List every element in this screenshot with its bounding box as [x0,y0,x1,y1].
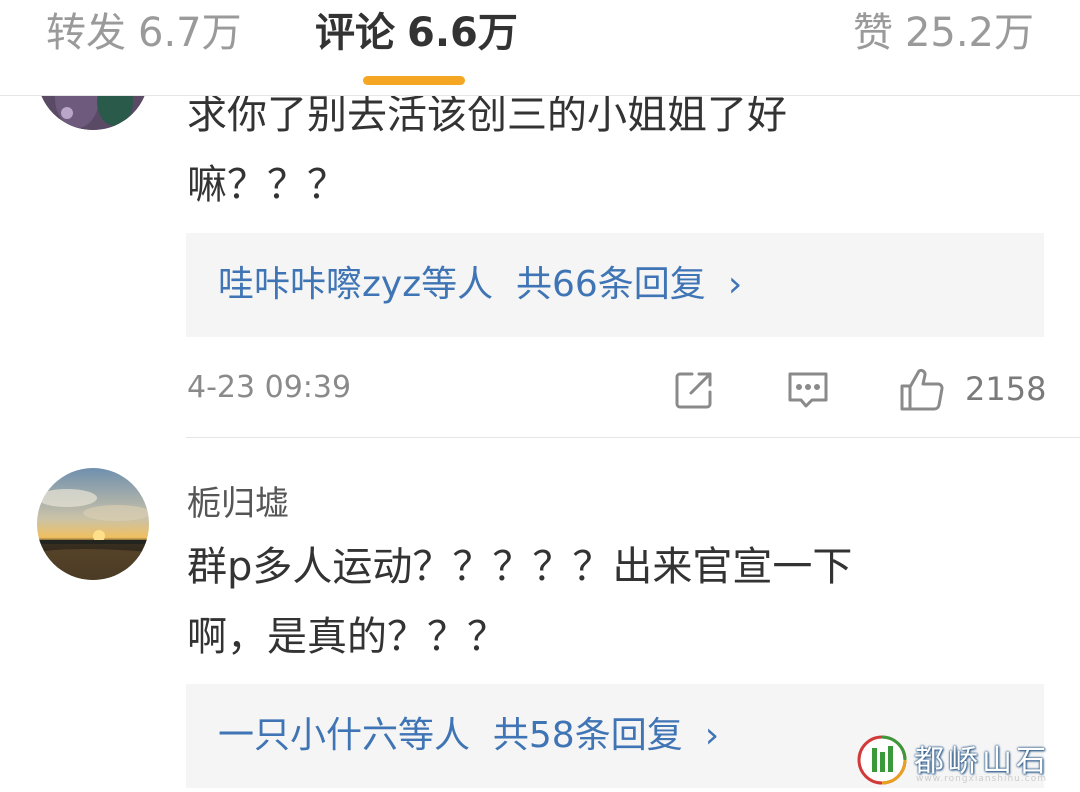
watermark: 都峤山石 www.rongxianshihu.com [856,730,1080,792]
tab-likes-count: 25.2万 [904,10,1034,56]
comment-text: 求你了别去活该创三的小姐姐了好 嘛？？？ [187,80,987,220]
tab-comments-count: 6.6万 [407,10,518,56]
comment-timestamp: 4-23 09:39 [187,370,352,405]
tab-comments[interactable]: 评论 6.6万 [315,8,518,58]
username[interactable]: 栀归墟 [187,476,289,525]
active-tab-indicator [363,76,465,85]
comment-text: 群p多人运动？？？？？出来官宣一下 啊，是真的？？？ [187,532,987,672]
comment-text-line: 群p多人运动？？？？？出来官宣一下 [187,544,853,590]
tab-comments-label: 评论 [315,10,395,56]
reply-count: 共58条回复 [492,715,683,756]
chevron-right-icon: › [704,715,720,756]
tab-bar: 转发 6.7万 评论 6.6万 赞 25.2万 [0,0,1080,96]
watermark-logo-icon [857,735,907,785]
reply-users: 哇咔咔嚓zyz等人 [218,264,494,305]
tab-likes-label: 赞 [852,10,893,56]
comment-icon[interactable] [786,368,830,412]
comment-divider [186,437,1080,438]
sunset-avatar[interactable] [37,468,149,580]
reply-summary-link[interactable]: 一只小什六等人 共58条回复 › [218,712,719,760]
share-icon[interactable] [672,368,716,412]
thumbs-up-icon[interactable] [898,366,946,414]
reply-count: 共66条回复 [516,264,706,305]
chevron-right-icon: › [727,264,743,305]
reply-summary-box[interactable]: 哇咔咔嚓zyz等人 共66条回复 › [186,233,1044,337]
like-count: 2158 [965,370,1047,408]
comment-text-line: 啊，是真的？？？ [187,614,507,660]
tab-reposts-label: 转发 [46,10,126,56]
comment-text-line: 嘛？？？ [187,162,347,208]
tab-likes[interactable]: 赞 25.2万 [853,8,1034,58]
watermark-url: www.rongxianshihu.com [916,774,1047,784]
tab-reposts-count: 6.7万 [138,10,242,56]
reply-users: 一只小什六等人 [218,715,471,756]
sunset-avatar-image [37,468,149,580]
tab-reposts[interactable]: 转发 6.7万 [46,8,242,58]
reply-summary-link[interactable]: 哇咔咔嚓zyz等人 共66条回复 › [218,261,742,309]
